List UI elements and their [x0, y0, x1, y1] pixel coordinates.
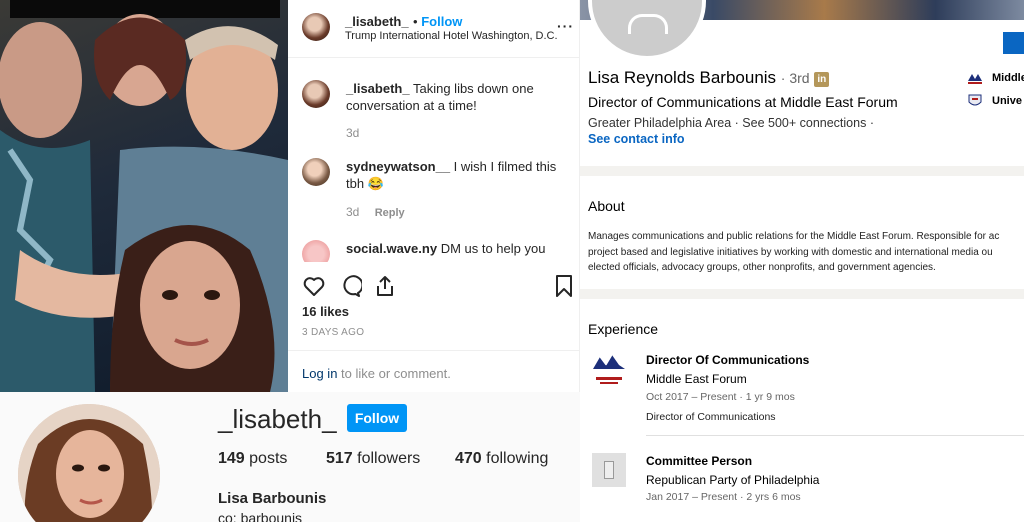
comment-text: social.wave.ny DM us to help you [346, 240, 574, 257]
person-placeholder-icon [628, 14, 668, 34]
about-heading: About [588, 198, 625, 214]
profile-photo-image [18, 404, 160, 522]
university-crest-icon [968, 94, 982, 106]
post-photo[interactable] [0, 0, 288, 392]
comment-icon[interactable] [338, 274, 362, 298]
reply-button[interactable]: Reply [375, 207, 405, 219]
posts-stat[interactable]: 149 posts [218, 450, 287, 468]
likes-count[interactable]: 16 likes [302, 304, 349, 319]
about-line: project based and legislative initiative… [588, 246, 993, 258]
bookmark-icon[interactable] [552, 274, 576, 298]
experience-dates: Oct 2017 – Present · 1 yr 9 mos [646, 391, 795, 403]
linkedin-headline: Director of Communications at Middle Eas… [588, 94, 898, 110]
mef-logo-icon [968, 74, 982, 84]
separator-dot: • [413, 14, 422, 29]
linkedin-name-line: Lisa Reynolds Barbounis · 3rd in [588, 68, 830, 88]
post-author-line: _lisabeth_ • Follow [345, 13, 462, 31]
posts-label: posts [249, 450, 288, 467]
experience-description: Director of Communications [646, 411, 776, 423]
building-icon[interactable] [592, 453, 626, 487]
experience-dates: Jan 2017 – Present · 2 yrs 6 mos [646, 491, 801, 503]
comment-avatar[interactable] [302, 240, 330, 262]
following-count: 470 [455, 450, 482, 467]
comment-meta: 3d Reply [346, 204, 405, 222]
post-header: _lisabeth_ • Follow Trump International … [288, 0, 580, 58]
mef-company-logo-icon[interactable] [592, 351, 626, 385]
experience-section: Experience Director Of Communications Mi… [580, 299, 1024, 522]
heart-icon[interactable] [302, 274, 326, 298]
followers-count: 517 [326, 450, 353, 467]
comment-age: 3d [346, 205, 360, 219]
connect-button[interactable] [1003, 32, 1024, 54]
experience-title[interactable]: Director Of Communications [646, 353, 809, 367]
post-location[interactable]: Trump International Hotel Washington, D.… [345, 30, 558, 42]
experience-heading: Experience [588, 321, 659, 337]
linkedin-name: Lisa Reynolds Barbounis [588, 68, 777, 87]
experience-title[interactable]: Committee Person [646, 454, 752, 468]
about-line: Manages communications and public relati… [588, 231, 1000, 242]
connections-link[interactable]: See 500+ connections [742, 116, 866, 130]
linkedin-location-line: Greater Philadelphia Area · See 500+ con… [588, 116, 874, 130]
comment-text: _lisabeth_ Taking libs down one conversa… [346, 80, 576, 114]
following-stat[interactable]: 470 following [455, 450, 548, 468]
linkedin-profile-photo[interactable] [588, 0, 706, 60]
profile-full-name: Lisa Barbounis [218, 490, 327, 507]
comment-username[interactable]: _lisabeth_ [346, 81, 410, 96]
side-org-item[interactable]: Unive [992, 95, 1022, 107]
side-org-item[interactable]: Middle [992, 72, 1024, 84]
post-author-avatar[interactable] [302, 13, 330, 41]
linkedin-location: Greater Philadelphia Area [588, 116, 732, 130]
login-prompt: Log in to like or comment. [288, 350, 580, 392]
linkedin-premium-icon: in [814, 72, 830, 87]
post-panel: _lisabeth_ • Follow Trump International … [288, 0, 580, 392]
followers-label: followers [357, 450, 421, 467]
comment-item: sydneywatson__ I wish I filmed this tbh … [302, 158, 574, 222]
post-follow-button[interactable]: Follow [421, 14, 462, 29]
comment-text: sydneywatson__ I wish I filmed this tbh … [346, 158, 576, 192]
profile-bio: co: barbounis [218, 510, 303, 522]
login-link[interactable]: Log in [302, 366, 337, 381]
following-label: following [486, 450, 549, 467]
comment-avatar[interactable] [302, 80, 330, 108]
group-selfie-image [0, 14, 288, 392]
comment-item: social.wave.ny DM us to help you [302, 240, 574, 262]
connection-degree: · 3rd [780, 70, 810, 86]
profile-avatar[interactable] [18, 404, 160, 522]
post-actions [302, 272, 574, 300]
separator-dot: · [869, 116, 874, 130]
post-author-username[interactable]: _lisabeth_ [345, 14, 409, 29]
building-icon-shape [604, 461, 614, 479]
experience-company: Middle East Forum [646, 372, 747, 386]
comment-age: 3d [346, 126, 360, 140]
comment-avatar[interactable] [302, 158, 330, 186]
about-line: elected officials, advocacy groups, othe… [588, 262, 936, 273]
experience-divider [646, 435, 1024, 436]
linkedin-top-card: Lisa Reynolds Barbounis · 3rd in Directo… [580, 0, 1024, 166]
post-timestamp[interactable]: 3 DAYS AGO [302, 327, 364, 338]
comment-username[interactable]: social.wave.ny [346, 241, 437, 256]
profile-header: _lisabeth_ Follow 149 posts 517 follower… [0, 392, 580, 522]
comment-item: _lisabeth_ Taking libs down one conversa… [302, 80, 574, 140]
profile-follow-button[interactable]: Follow [347, 404, 407, 432]
more-options-icon[interactable]: ··· [557, 18, 574, 34]
experience-company: Republican Party of Philadelphia [646, 473, 820, 487]
contact-info-link[interactable]: See contact info [588, 132, 685, 146]
profile-username: _lisabeth_ [218, 404, 337, 434]
followers-stat[interactable]: 517 followers [326, 450, 420, 468]
comment-body: DM us to help you [440, 241, 546, 256]
posts-count: 149 [218, 450, 245, 467]
share-icon[interactable] [373, 274, 397, 298]
linkedin-profile: Lisa Reynolds Barbounis · 3rd in Directo… [580, 0, 1024, 522]
about-text: Manages communications and public relati… [588, 229, 1024, 276]
login-suffix: to like or comment. [341, 366, 451, 381]
comment-username[interactable]: sydneywatson__ [346, 159, 450, 174]
